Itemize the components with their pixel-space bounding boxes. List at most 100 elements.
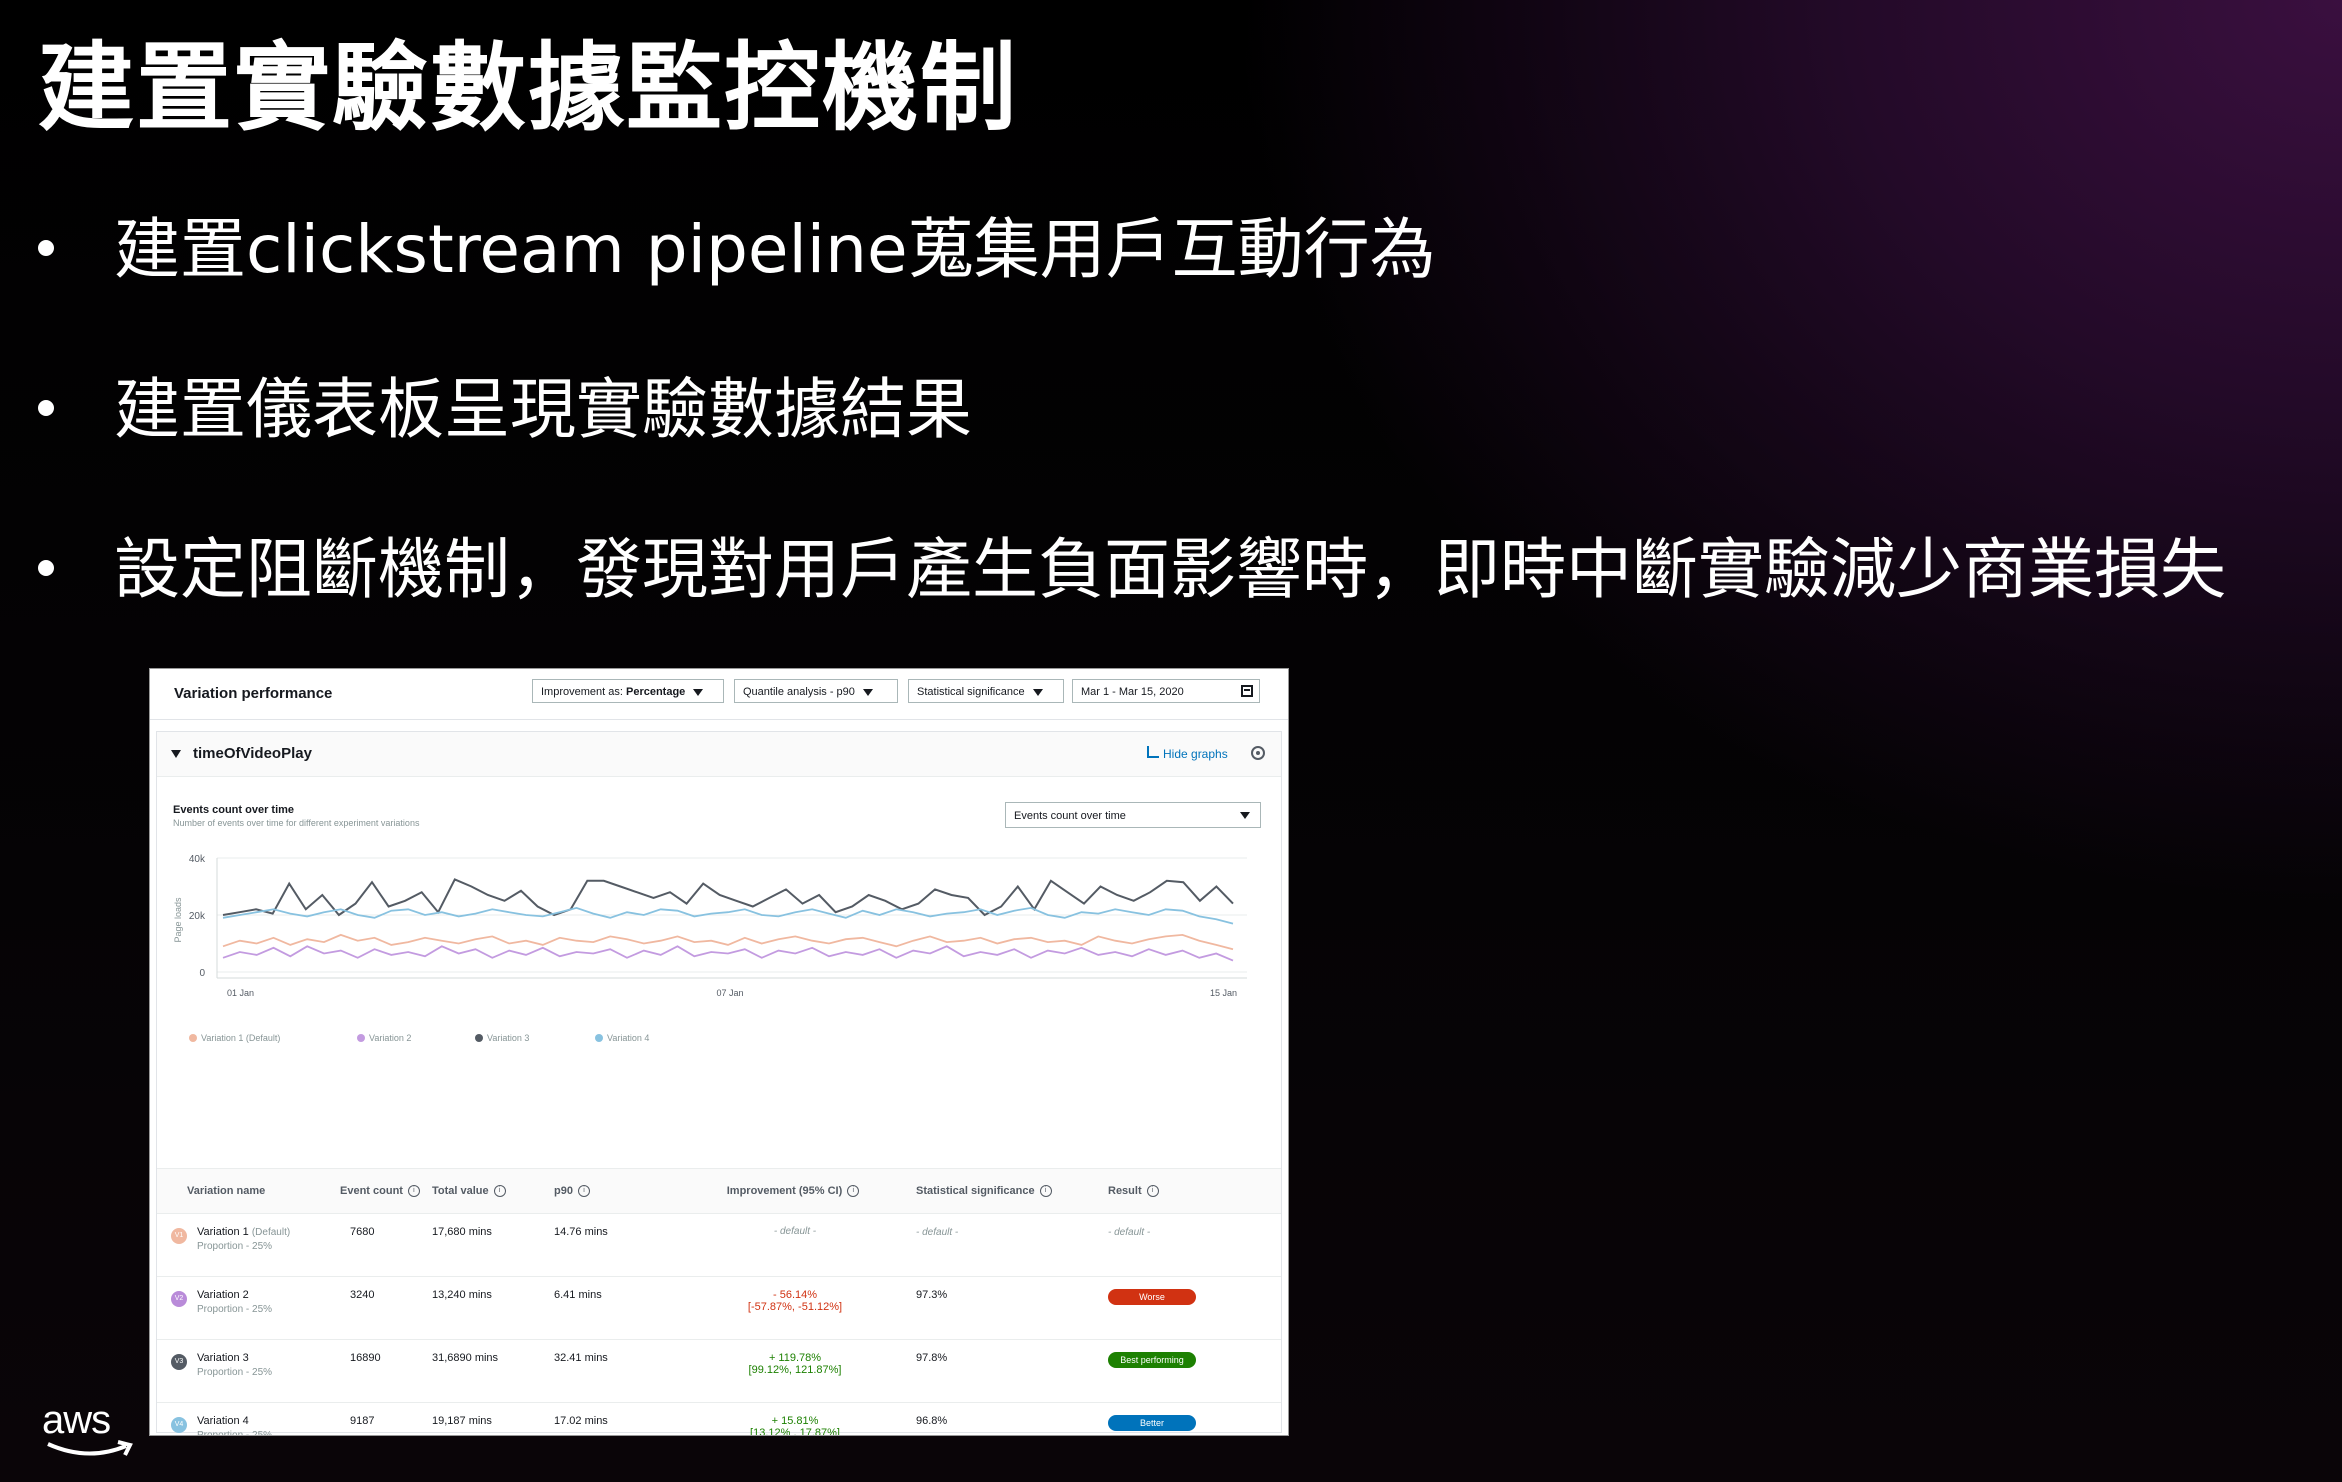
improvement-cell: - default - [678,1213,904,1277]
panel-title: Variation performance [174,685,333,702]
col-header-event-count: Event count i [332,1168,424,1214]
aws-logo-text: aws [42,1398,111,1442]
confidence-interval: [99.12%, 121.87%] [748,1364,842,1376]
legend-label: Variation 3 [487,1033,529,1043]
legend-label: Variation 4 [607,1033,649,1043]
significance-value: - default - [916,1227,959,1238]
x-tick-label: 07 Jan [716,988,743,998]
variation-name-cell: V3 Variation 3 Proportion - 25% [157,1339,332,1403]
variation-avatar: V3 [171,1354,187,1370]
x-tick-label: 15 Jan [1210,988,1237,998]
events-count-line-chart: 40k 20k 0 Page loads 01 Jan 07 Jan 15 Jan Varia… [173,854,1247,1043]
col-header-total-value: Total value i [424,1168,524,1214]
legend-swatch [475,1034,483,1042]
quantile-select[interactable]: Quantile analysis - p90 [734,679,898,703]
aws-logo: aws [42,1398,142,1458]
col-header-variation-name: Variation name [157,1168,332,1214]
improvement-select-prefix: Improvement as: [541,686,623,698]
y-tick-label: 20k [189,911,206,922]
total-value-cell: 31,6890 mins [424,1339,524,1403]
x-tick-label: 01 Jan [227,988,254,998]
table-row[interactable]: V3 Variation 3 Proportion - 25% 16890 31… [157,1339,1281,1403]
significance-cell: 97.8% [904,1339,1100,1403]
chart-title: Events count over time [173,804,295,816]
hide-graphs-label: Hide graphs [1163,747,1228,761]
caret-down-icon [693,688,704,696]
slide-title: 建置實驗數據監控機制 [38,32,1018,144]
confidence-interval: [-57.87%, -51.12%] [747,1301,843,1313]
improvement-cell: + 119.78% [99.12%, 121.87%] [678,1339,904,1403]
legend-label: Variation 2 [369,1033,411,1043]
gear-icon[interactable] [1251,746,1265,760]
variation-name: Variation 1 [197,1226,249,1238]
legend-label: Variation 1 (Default) [201,1033,280,1043]
variation-name: Variation 4 [197,1415,249,1427]
y-tick-label: 40k [189,854,206,865]
series-line-4 [222,906,1234,925]
bullet-item: 設定阻斷機制，發現對用戶產生負面影響時，即時中斷實驗減少商業損失 [38,520,2226,680]
p90-cell: 6.41 mins [524,1276,678,1340]
variation-avatar: V2 [171,1291,187,1307]
info-icon[interactable]: i [847,1185,860,1198]
result-badge: Better [1108,1415,1196,1431]
variation-name: Variation 2 [197,1289,249,1301]
bullet-dot-icon [38,560,54,576]
collapse-triangle-icon[interactable] [171,750,181,758]
bullet-item: 建置clickstream pipeline蒐集用戶互動行為 [38,200,2226,360]
metric-section: timeOfVideoPlay Hide graphs Events count… [156,731,1282,1435]
table-row[interactable]: V2 Variation 2 Proportion - 25% 3240 13,… [157,1276,1281,1340]
date-range-picker[interactable]: Mar 1 - Mar 15, 2020 [1072,679,1260,703]
variation-avatar: V1 [171,1228,187,1244]
significance-select[interactable]: Statistical significance [908,679,1064,703]
info-icon[interactable]: i [577,1185,590,1198]
confidence-interval: [13.12% , 17.87%] [750,1427,840,1436]
event-count-cell: 3240 [332,1276,424,1340]
line-chart-icon [1147,746,1159,758]
default-tag: (Default) [251,1227,291,1238]
col-header-p90: p90 i [524,1168,678,1214]
info-icon[interactable]: i [493,1185,506,1198]
col-header-improvement: Improvement (95% CI) i [678,1168,904,1214]
result-cell: Best performing [1100,1339,1281,1403]
improvement-value: + 15.81% [771,1415,819,1427]
variation-avatar: V4 [171,1417,187,1433]
chart-metric-select[interactable]: Events count over time [1005,802,1261,828]
calendar-icon [1241,685,1253,697]
improvement-value: + 119.78% [768,1352,822,1364]
table-row[interactable]: V4 Variation 4 Proportion - 25% 9187 19,… [157,1402,1281,1436]
date-range-label: Mar 1 - Mar 15, 2020 [1081,686,1184,698]
variation-name-cell: V4 Variation 4 Proportion - 25% [157,1402,332,1435]
col-header-significance: Statistical significance i [904,1168,1100,1214]
result-cell: Better [1100,1402,1281,1435]
info-icon[interactable]: i [407,1185,420,1198]
metric-name[interactable]: timeOfVideoPlay [193,745,312,762]
info-icon[interactable]: i [1146,1185,1159,1198]
legend-swatch [357,1034,365,1042]
y-axis-label: Page loads [173,897,183,943]
bullet-list: 建置clickstream pipeline蒐集用戶互動行為 建置儀表板呈現實驗… [38,200,2226,680]
proportion-text: Proportion - 25% [197,1367,273,1378]
significance-value: 96.8% [916,1415,948,1427]
chart-subtitle: Number of events over time for different… [173,818,420,828]
series-line-3 [222,878,1234,917]
significance-select-label: Statistical significance [917,686,1025,698]
significance-value: 97.3% [916,1289,948,1301]
p90-cell: 17.02 mins [524,1402,678,1435]
improvement-select[interactable]: Improvement as: Percentage [532,679,724,703]
variation-name-cell: V2 Variation 2 Proportion - 25% [157,1276,332,1340]
bullet-item: 建置儀表板呈現實驗數據結果 [38,360,2226,520]
event-count-cell: 7680 [332,1213,424,1277]
quantile-select-label: Quantile analysis - p90 [743,686,855,698]
legend-swatch [595,1034,603,1042]
result-badge: Worse [1108,1289,1196,1305]
p90-cell: 32.41 mins [524,1339,678,1403]
significance-cell: 97.3% [904,1276,1100,1340]
hide-graphs-link[interactable]: Hide graphs [1147,746,1228,761]
proportion-text: Proportion - 25% [197,1304,273,1315]
total-value-cell: 19,187 mins [424,1402,524,1435]
info-icon[interactable]: i [1039,1185,1052,1198]
table-row[interactable]: V1 Variation 1 (Default) Proportion - 25… [157,1213,1281,1277]
proportion-text: Proportion - 25% [197,1241,273,1252]
total-value-cell: 17,680 mins [424,1213,524,1277]
result-cell: Worse [1100,1276,1281,1340]
